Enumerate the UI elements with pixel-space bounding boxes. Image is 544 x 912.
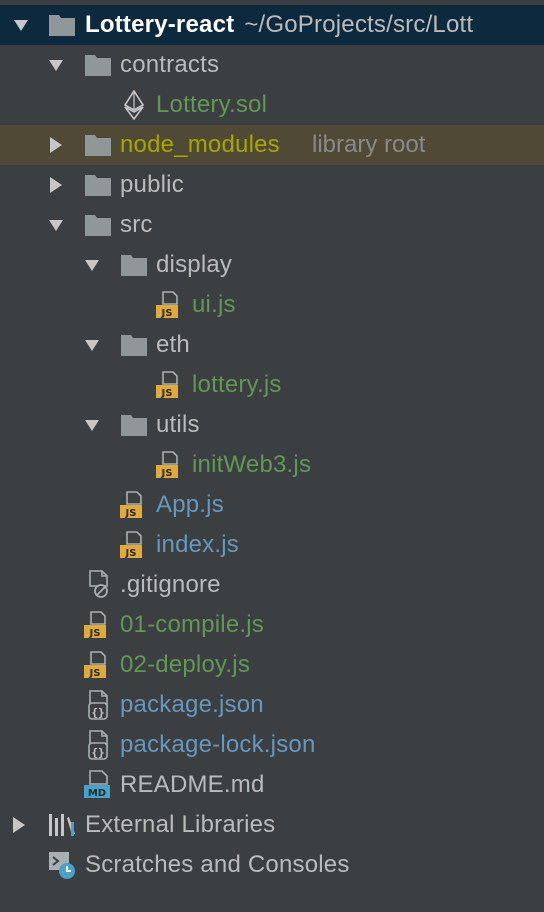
tree-item-label: display [156,251,233,278]
json-file-icon: {} [83,690,113,720]
tree-item-label: 02-deploy.js [120,651,251,678]
ethereum-icon [119,90,149,120]
tree-item-label: package.json [120,691,264,718]
tree-item-eth[interactable]: eth [0,325,544,365]
chevron-down-icon[interactable] [14,18,28,32]
chevron-down-icon[interactable] [49,218,63,232]
tree-item-label: .gitignore [120,571,221,598]
ignored-file-icon [83,570,113,600]
folder-icon [83,210,113,240]
tree-item-package-json[interactable]: {} package.json [0,685,544,725]
js-file-icon: JS [83,650,113,680]
js-file-icon: JS [155,370,185,400]
svg-text:MD: MD [88,788,106,799]
tree-item-label: initWeb3.js [192,451,312,478]
project-name: Lottery-react [85,11,235,38]
tree-item-label: External Libraries [85,811,276,838]
tree-item-02-deploy-js[interactable]: JS 02-deploy.js [0,645,544,685]
folder-icon [47,10,77,40]
tree-item-utils[interactable]: utils [0,405,544,445]
chevron-down-icon[interactable] [49,58,63,72]
tree-item-label: src [120,211,153,238]
external-libraries-icon [47,810,77,840]
tree-item-readme-md[interactable]: MD README.md [0,765,544,805]
svg-text:JS: JS [89,628,101,639]
tree-item-ui-js[interactable]: JS ui.js [0,285,544,325]
project-root-row[interactable]: Lottery-react ~/GoProjects/src/Lott [0,5,544,45]
tree-item-01-compile-js[interactable]: JS 01-compile.js [0,605,544,645]
chevron-down-icon[interactable] [85,258,99,272]
tree-item-label: utils [156,411,200,438]
markdown-file-icon: MD [83,770,113,800]
tree-item-lottery-js[interactable]: JS lottery.js [0,365,544,405]
tree-item-label: lottery.js [192,371,282,398]
js-file-icon: JS [119,530,149,560]
svg-text:JS: JS [161,468,173,479]
tree-item-label: public [120,171,184,198]
tree-item-external-libraries[interactable]: External Libraries [0,805,544,845]
tree-item-src[interactable]: src [0,205,544,245]
tree-item-lottery-sol[interactable]: Lottery.sol [0,85,544,125]
svg-text:JS: JS [89,668,101,679]
chevron-right-icon[interactable] [49,137,63,153]
chevron-down-icon[interactable] [85,418,99,432]
tree-item-label: Scratches and Consoles [85,851,350,878]
js-file-icon: JS [155,290,185,320]
tree-item-contracts[interactable]: contracts [0,45,544,85]
js-file-icon: JS [83,610,113,640]
project-path: ~/GoProjects/src/Lott [244,11,474,38]
folder-icon [119,330,149,360]
tree-item-index-js[interactable]: JS index.js [0,525,544,565]
library-root-hint: library root [312,131,426,158]
svg-text:JS: JS [161,308,173,319]
chevron-right-icon[interactable] [12,817,26,833]
json-file-icon: {} [83,730,113,760]
svg-text:JS: JS [125,508,137,519]
scratches-icon [47,850,77,880]
folder-icon [83,170,113,200]
svg-text:{}: {} [91,706,104,719]
tree-item-package-lock-json[interactable]: {} package-lock.json [0,725,544,765]
tree-item-label: ui.js [192,291,236,318]
folder-icon [119,410,149,440]
chevron-down-icon[interactable] [85,338,99,352]
svg-text:JS: JS [125,548,137,559]
folder-icon [119,250,149,280]
tree-item-scratches-and-consoles[interactable]: Scratches and Consoles [0,845,544,885]
project-tree: Lottery-react ~/GoProjects/src/Lott contr… [0,0,544,912]
folder-icon [83,130,113,160]
project-root-label: Lottery-react ~/GoProjects/src/Lott [85,5,473,45]
tree-item-label: index.js [156,531,239,558]
svg-text:JS: JS [161,388,173,399]
tree-item-label: 01-compile.js [120,611,264,638]
folder-icon [83,50,113,80]
svg-text:{}: {} [91,746,104,759]
chevron-right-icon[interactable] [49,177,63,193]
js-file-icon: JS [119,490,149,520]
tree-item-label: package-lock.json [120,731,316,758]
tree-item-label: README.md [120,771,265,798]
tree-item-label: eth [156,331,190,358]
tree-item-public[interactable]: public [0,165,544,205]
tree-item-label: App.js [156,491,224,518]
tree-item-label: node_modules [120,131,280,158]
tree-item-display[interactable]: display [0,245,544,285]
tree-item-label: Lottery.sol [156,91,268,118]
tree-item-label: contracts [120,51,220,78]
tree-item-node-modules[interactable]: node_modules library root [0,125,544,165]
tree-item-initweb3-js[interactable]: JS initWeb3.js [0,445,544,485]
tree-item-gitignore[interactable]: .gitignore [0,565,544,605]
tree-item-app-js[interactable]: JS App.js [0,485,544,525]
js-file-icon: JS [155,450,185,480]
